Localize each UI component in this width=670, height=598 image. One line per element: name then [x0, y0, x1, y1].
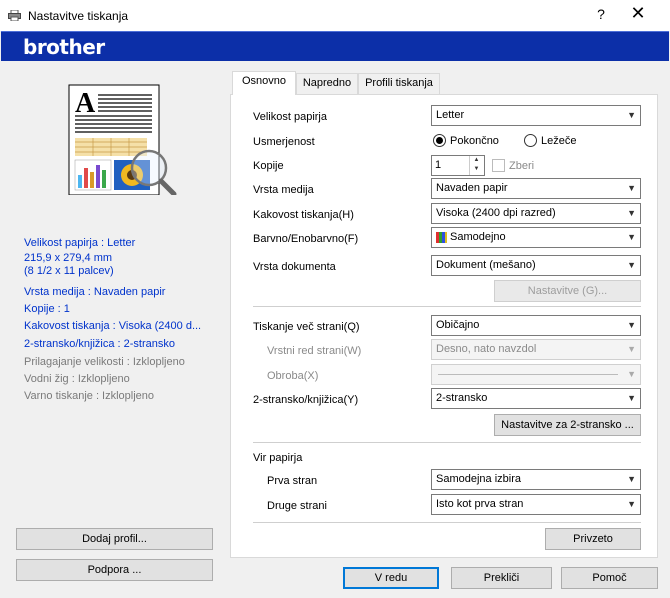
page-order-value: Desno, nato navzdol: [436, 343, 537, 355]
help-icon[interactable]: ?: [591, 6, 611, 22]
cancel-button[interactable]: Prekliči: [451, 567, 552, 589]
border-label: Obroba(X): [267, 370, 319, 382]
quality-value: Visoka (2400 dpi razred): [436, 207, 556, 219]
ok-button[interactable]: V redu: [343, 567, 439, 589]
summary-watermark: Vodni žig : Izklopljeno: [24, 373, 130, 385]
page-order-select[interactable]: Desno, nato navzdol ▼: [431, 339, 641, 360]
chevron-down-icon: ▼: [627, 110, 636, 120]
orientation-label: Usmerjenost: [253, 136, 315, 148]
divider: [253, 306, 641, 307]
portrait-label[interactable]: Pokončno: [450, 135, 499, 147]
color-mode-value: Samodejno: [450, 231, 506, 243]
paper-size-value: Letter: [436, 109, 465, 121]
other-pages-value: Isto kot prva stran: [436, 498, 524, 510]
doc-type-value: Dokument (mešano): [436, 259, 536, 271]
document-preview: A: [68, 84, 177, 195]
help-button[interactable]: Pomoč: [561, 567, 658, 589]
printer-icon: [8, 10, 21, 21]
divider: [253, 442, 641, 443]
collate-checkbox[interactable]: [492, 159, 505, 172]
color-mode-label: Barvno/Enobarvno(F): [253, 233, 359, 245]
copies-value: 1: [435, 159, 442, 171]
duplex-label: 2-stransko/knjižica(Y): [253, 394, 359, 406]
first-page-select[interactable]: Samodejna izbira ▼: [431, 469, 641, 490]
multipage-select[interactable]: Običajno ▼: [431, 315, 641, 336]
page-order-label: Vrstni red strani(W): [267, 345, 362, 357]
default-button[interactable]: Privzeto: [545, 528, 641, 550]
quality-select[interactable]: Visoka (2400 dpi razred) ▼: [431, 203, 641, 224]
summary-secure: Varno tiskanje : Izklopljeno: [24, 390, 155, 402]
chevron-down-icon: ▼: [627, 499, 636, 509]
chevron-down-icon: ▼: [627, 393, 636, 403]
landscape-label[interactable]: Ležeče: [541, 135, 576, 147]
summary-copies: Kopije : 1: [24, 303, 70, 315]
summary-fit: Prilagajanje velikosti : Izklopljeno: [24, 356, 185, 368]
portrait-radio[interactable]: [433, 134, 446, 147]
media-value: Navaden papir: [436, 182, 508, 194]
chevron-down-icon: ▼: [627, 260, 636, 270]
first-page-value: Samodejna izbira: [436, 473, 521, 485]
color-mode-select[interactable]: Samodejno ▼: [431, 227, 641, 248]
doc-type-select[interactable]: Dokument (mešano) ▼: [431, 255, 641, 276]
multipage-value: Običajno: [436, 319, 480, 331]
summary-media: Vrsta medija : Navaden papir: [24, 286, 166, 298]
chevron-down-icon: ▼: [627, 369, 636, 379]
chevron-down-icon: ▼: [627, 344, 636, 354]
summary-duplex: 2-stransko/knjižica : 2-stransko: [24, 338, 175, 350]
summary-quality: Kakovost tiskanja : Visoka (2400 d...: [24, 320, 202, 332]
paper-size-label: Velikost papirja: [253, 111, 327, 123]
chevron-down-icon: ▼: [627, 320, 636, 330]
copies-stepper[interactable]: 1 ▲ ▼: [431, 155, 485, 176]
border-line-preview: [438, 374, 618, 375]
brother-logo: brother: [23, 35, 105, 59]
tab-advanced[interactable]: Napredno: [296, 73, 358, 94]
summary-paper-dims-in: (8 1/2 x 11 palcev): [24, 265, 114, 277]
doc-type-label: Vrsta dokumenta: [253, 261, 336, 273]
other-pages-label: Druge strani: [267, 500, 327, 512]
chevron-down-icon: ▼: [627, 208, 636, 218]
window-title: Nastavitve tiskanja: [28, 9, 129, 23]
tab-basic[interactable]: Osnovno: [232, 71, 296, 95]
title-bar: Nastavitve tiskanja ? ✕: [0, 0, 670, 31]
first-page-label: Prva stran: [267, 475, 318, 487]
duplex-settings-button[interactable]: Nastavitve za 2-stransko ...: [494, 414, 641, 436]
support-button[interactable]: Podpora ...: [16, 559, 213, 581]
media-select[interactable]: Navaden papir ▼: [431, 178, 641, 199]
summary-paper-size: Velikost papirja : Letter: [24, 237, 136, 249]
summary-paper-dims-mm: 215,9 x 279,4 mm: [24, 252, 113, 264]
duplex-select[interactable]: 2-stransko ▼: [431, 388, 641, 409]
paper-source-label: Vir papirja: [253, 452, 303, 464]
divider: [253, 522, 641, 523]
quality-label: Kakovost tiskanja(H): [253, 209, 354, 221]
copies-label: Kopije: [253, 160, 284, 172]
collate-label: Zberi: [509, 160, 535, 172]
doc-settings-button[interactable]: Nastavitve (G)...: [494, 280, 641, 302]
color-icon: [436, 232, 447, 243]
multipage-label: Tiskanje več strani(Q): [253, 321, 360, 333]
border-select[interactable]: ▼: [431, 364, 641, 385]
landscape-radio[interactable]: [524, 134, 537, 147]
tab-print-profiles[interactable]: Profili tiskanja: [358, 73, 440, 94]
paper-size-select[interactable]: Letter ▼: [431, 105, 641, 126]
svg-text:A: A: [75, 88, 96, 119]
duplex-value: 2-stransko: [436, 392, 488, 404]
add-profile-button[interactable]: Dodaj profil...: [16, 528, 213, 550]
media-label: Vrsta medija: [253, 184, 314, 196]
chevron-down-icon: ▼: [627, 474, 636, 484]
close-icon[interactable]: ✕: [626, 3, 650, 24]
spin-arrows-icon[interactable]: ▲ ▼: [469, 156, 483, 175]
brand-bar: brother: [1, 31, 669, 61]
chevron-down-icon: ▼: [627, 232, 636, 242]
other-pages-select[interactable]: Isto kot prva stran ▼: [431, 494, 641, 515]
chevron-down-icon: ▼: [627, 183, 636, 193]
